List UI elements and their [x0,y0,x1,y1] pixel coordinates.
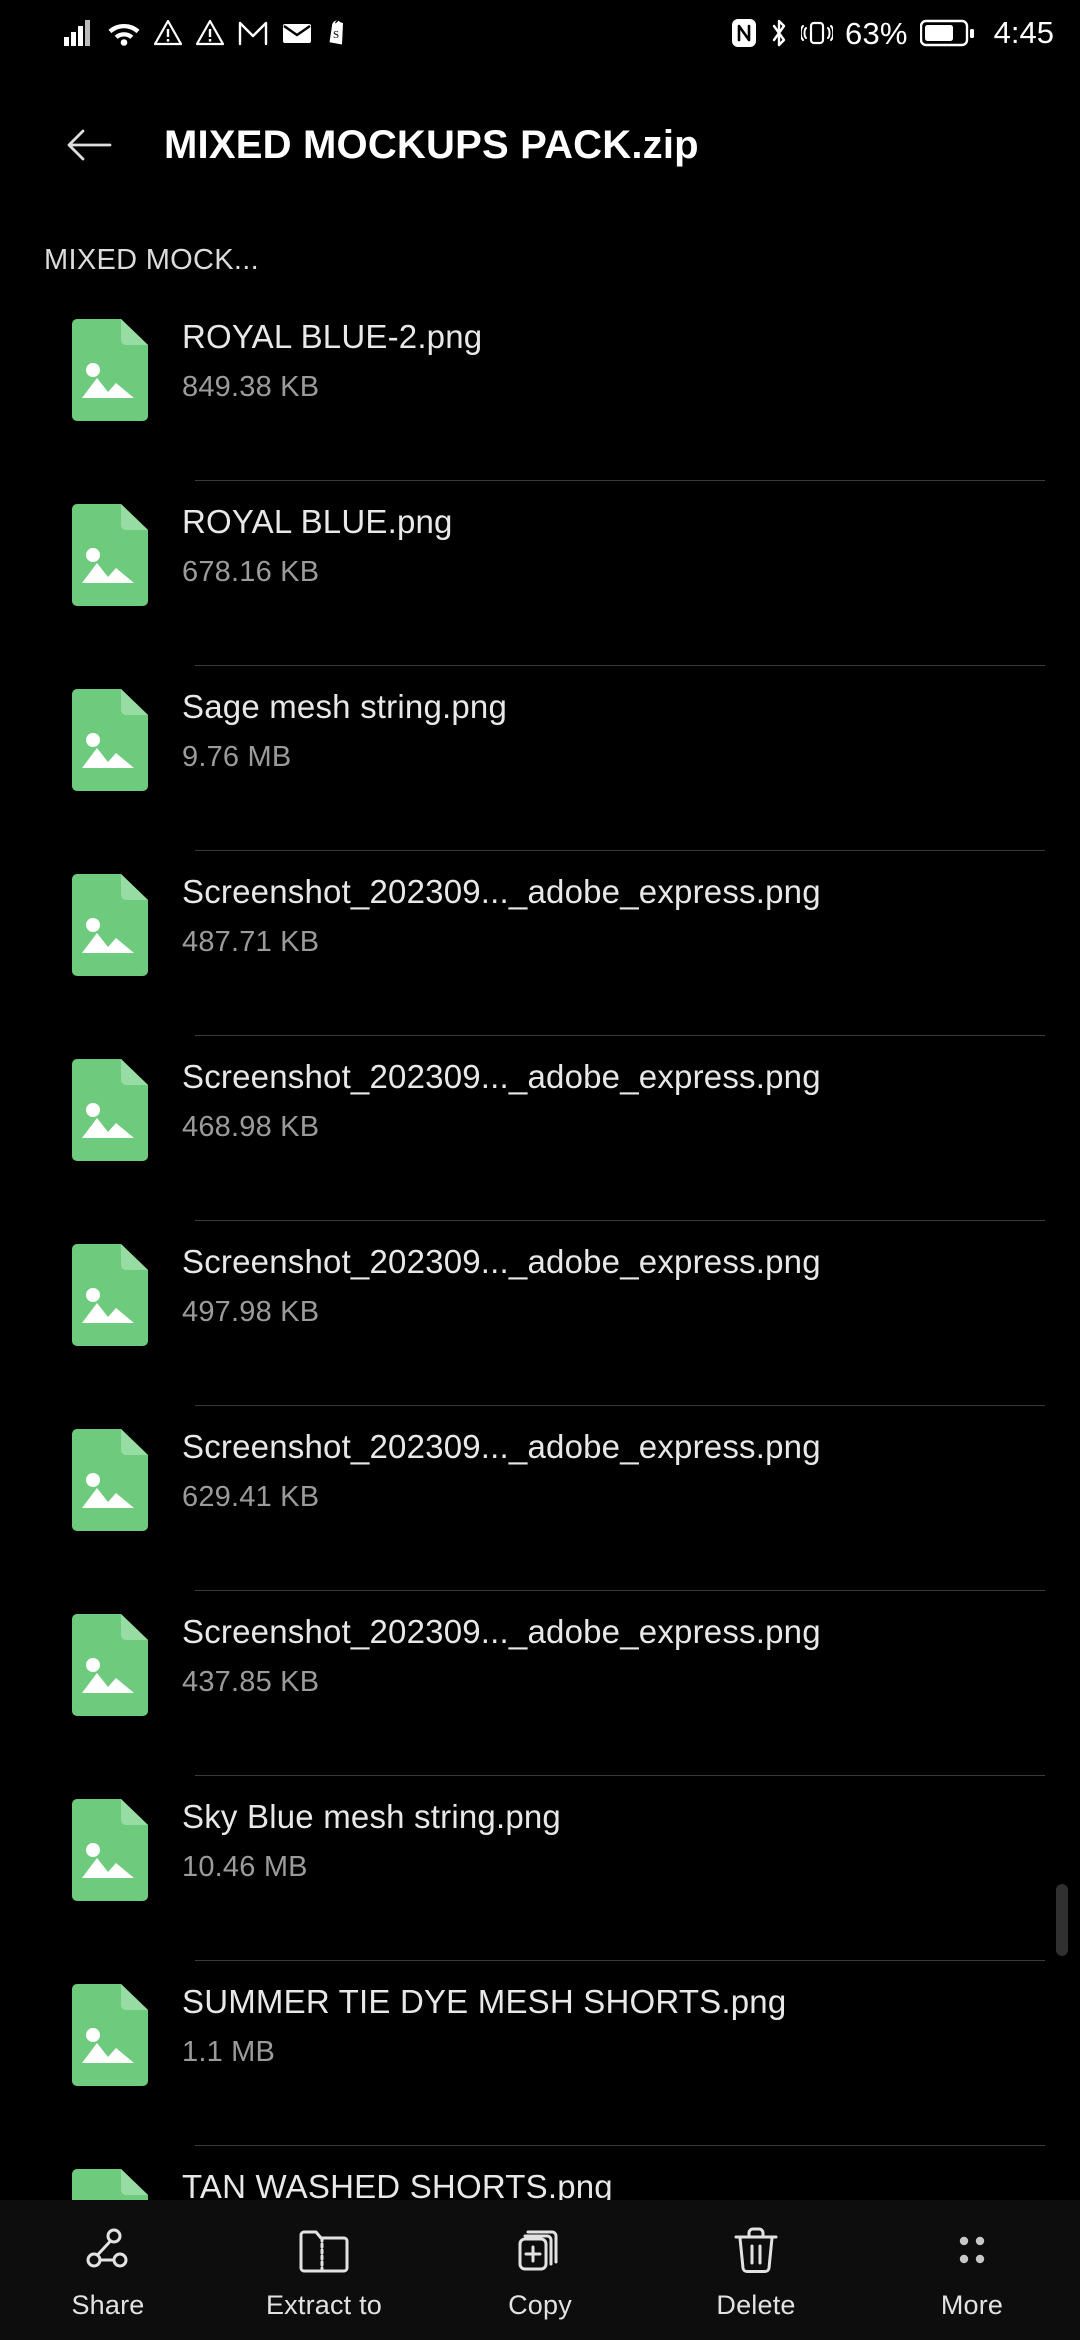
file-list-item[interactable]: Sage mesh string.png 9.76 MB [0,666,1080,851]
file-list-item[interactable]: ROYAL BLUE.png 678.16 KB [0,481,1080,666]
bluetooth-icon [772,19,786,47]
file-size: 10.46 MB [182,1850,308,1883]
file-name: TAN WASHED SHORTS.png [182,2168,613,2200]
file-list-item[interactable]: TAN WASHED SHORTS.png [0,2146,1080,2200]
status-bar-right-icons: 63% 4:45 [731,15,1054,51]
app-header: MIXED MOCKUPS PACK.zip [0,100,1080,190]
mail-icon [283,24,311,43]
nfc-icon [732,19,756,47]
gmail-icon [238,21,268,46]
page-title: MIXED MOCKUPS PACK.zip [164,122,699,167]
trash-icon [730,2222,782,2278]
back-button[interactable] [58,114,120,176]
file-size: 437.85 KB [182,1665,320,1698]
image-file-icon [68,1798,152,1907]
image-file-icon [68,318,152,427]
file-list-item[interactable]: Sky Blue mesh string.png 10.46 MB [0,1776,1080,1961]
file-meta: Sky Blue mesh string.png 10.46 MB [182,1798,561,1882]
file-name: Screenshot_202309..._adobe_express.png [182,873,821,910]
file-name: Sage mesh string.png [182,688,508,725]
image-file-icon [68,873,152,982]
file-name: ROYAL BLUE.png [182,503,453,540]
file-size: 9.76 MB [182,740,292,773]
file-meta: Sage mesh string.png 9.76 MB [182,688,507,772]
status-bar-left-icons: S [64,19,350,47]
delete-button-label: Delete [716,2290,796,2320]
shopify-icon: S [329,20,343,45]
delete-button[interactable]: Delete [648,2200,864,2321]
image-file-icon [68,1243,152,1352]
image-file-icon [68,1058,152,1167]
file-size: 678.16 KB [182,555,320,588]
more-button-label: More [940,2290,1004,2320]
more-button[interactable]: More [864,2200,1080,2321]
file-size: 849.38 KB [182,370,320,403]
wifi-icon [108,24,140,46]
file-size: 497.98 KB [182,1295,320,1328]
file-name: SUMMER TIE DYE MESH SHORTS.png [182,1983,787,2020]
share-button-label: Share [71,2290,145,2320]
image-file-icon [68,1983,152,2092]
file-list-item[interactable]: Screenshot_202309..._adobe_express.png 62… [0,1406,1080,1591]
file-list-item[interactable]: SUMMER TIE DYE MESH SHORTS.png 1.1 MB [0,1961,1080,2146]
file-meta: Screenshot_202309..._adobe_express.png 48… [182,873,821,957]
breadcrumb[interactable]: MIXED MOCK... [44,244,259,277]
file-name: Screenshot_202309..._adobe_express.png [182,1243,821,1280]
file-list[interactable]: ROYAL BLUE-2.png 849.38 KB ROYAL BLUE.png 6… [0,296,1080,2200]
bottom-action-bar: Share Extract to Copy Delete More [0,2200,1080,2340]
warning-triangle-icon [196,20,224,46]
signal-bars-icon [64,20,90,46]
file-meta: SUMMER TIE DYE MESH SHORTS.png 1.1 MB [182,1983,786,2067]
image-file-icon [68,1428,152,1537]
copy-button[interactable]: Copy [432,2200,648,2321]
image-file-icon [68,2168,152,2200]
copy-button-label: Copy [508,2290,572,2320]
more-dots-icon [949,2222,995,2278]
file-list-item[interactable]: Screenshot_202309..._adobe_express.png 49… [0,1221,1080,1406]
vibrate-icon [801,21,833,45]
image-file-icon [68,1613,152,1722]
share-button[interactable]: Share [0,2200,216,2321]
image-file-icon [68,503,152,612]
file-name: Screenshot_202309..._adobe_express.png [182,1613,821,1650]
file-list-item[interactable]: Screenshot_202309..._adobe_express.png 46… [0,1036,1080,1221]
status-bar: S 63% 4:45 [0,0,1080,66]
file-meta: Screenshot_202309..._adobe_express.png 62… [182,1428,821,1512]
file-meta: ROYAL BLUE-2.png 849.38 KB [182,318,482,402]
file-size: 629.41 KB [182,1480,320,1513]
file-name: Screenshot_202309..._adobe_express.png [182,1428,821,1465]
battery-icon [919,19,974,47]
file-meta: ROYAL BLUE.png 678.16 KB [182,503,453,587]
battery-percent-label: 63% [845,15,908,51]
file-list-item[interactable]: Screenshot_202309..._adobe_express.png 48… [0,851,1080,1036]
warning-triangle-icon [154,20,182,46]
file-meta: Screenshot_202309..._adobe_express.png 43… [182,1613,821,1697]
copy-plus-icon [514,2222,566,2278]
file-name: ROYAL BLUE-2.png [182,318,483,355]
file-list-item[interactable]: ROYAL BLUE-2.png 849.38 KB [0,296,1080,481]
scrollbar-thumb[interactable] [1056,1884,1068,1956]
file-meta: TAN WASHED SHORTS.png [182,2168,613,2200]
share-nodes-icon [82,2222,134,2278]
image-file-icon [68,688,152,797]
file-meta: Screenshot_202309..._adobe_express.png 46… [182,1058,821,1142]
back-arrow-icon [67,129,112,161]
file-size: 468.98 KB [182,1110,320,1143]
file-name: Sky Blue mesh string.png [182,1798,561,1835]
file-name: Screenshot_202309..._adobe_express.png [182,1058,821,1095]
file-size: 487.71 KB [182,925,320,958]
zip-folder-icon [297,2222,351,2278]
extract-to-button-label: Extract to [265,2290,383,2320]
clock-label: 4:45 [993,15,1054,50]
file-size: 1.1 MB [182,2035,276,2068]
svg-text:S: S [333,29,339,41]
file-list-item[interactable]: Screenshot_202309..._adobe_express.png 43… [0,1591,1080,1776]
file-meta: Screenshot_202309..._adobe_express.png 49… [182,1243,821,1327]
extract-to-button[interactable]: Extract to [216,2200,432,2321]
